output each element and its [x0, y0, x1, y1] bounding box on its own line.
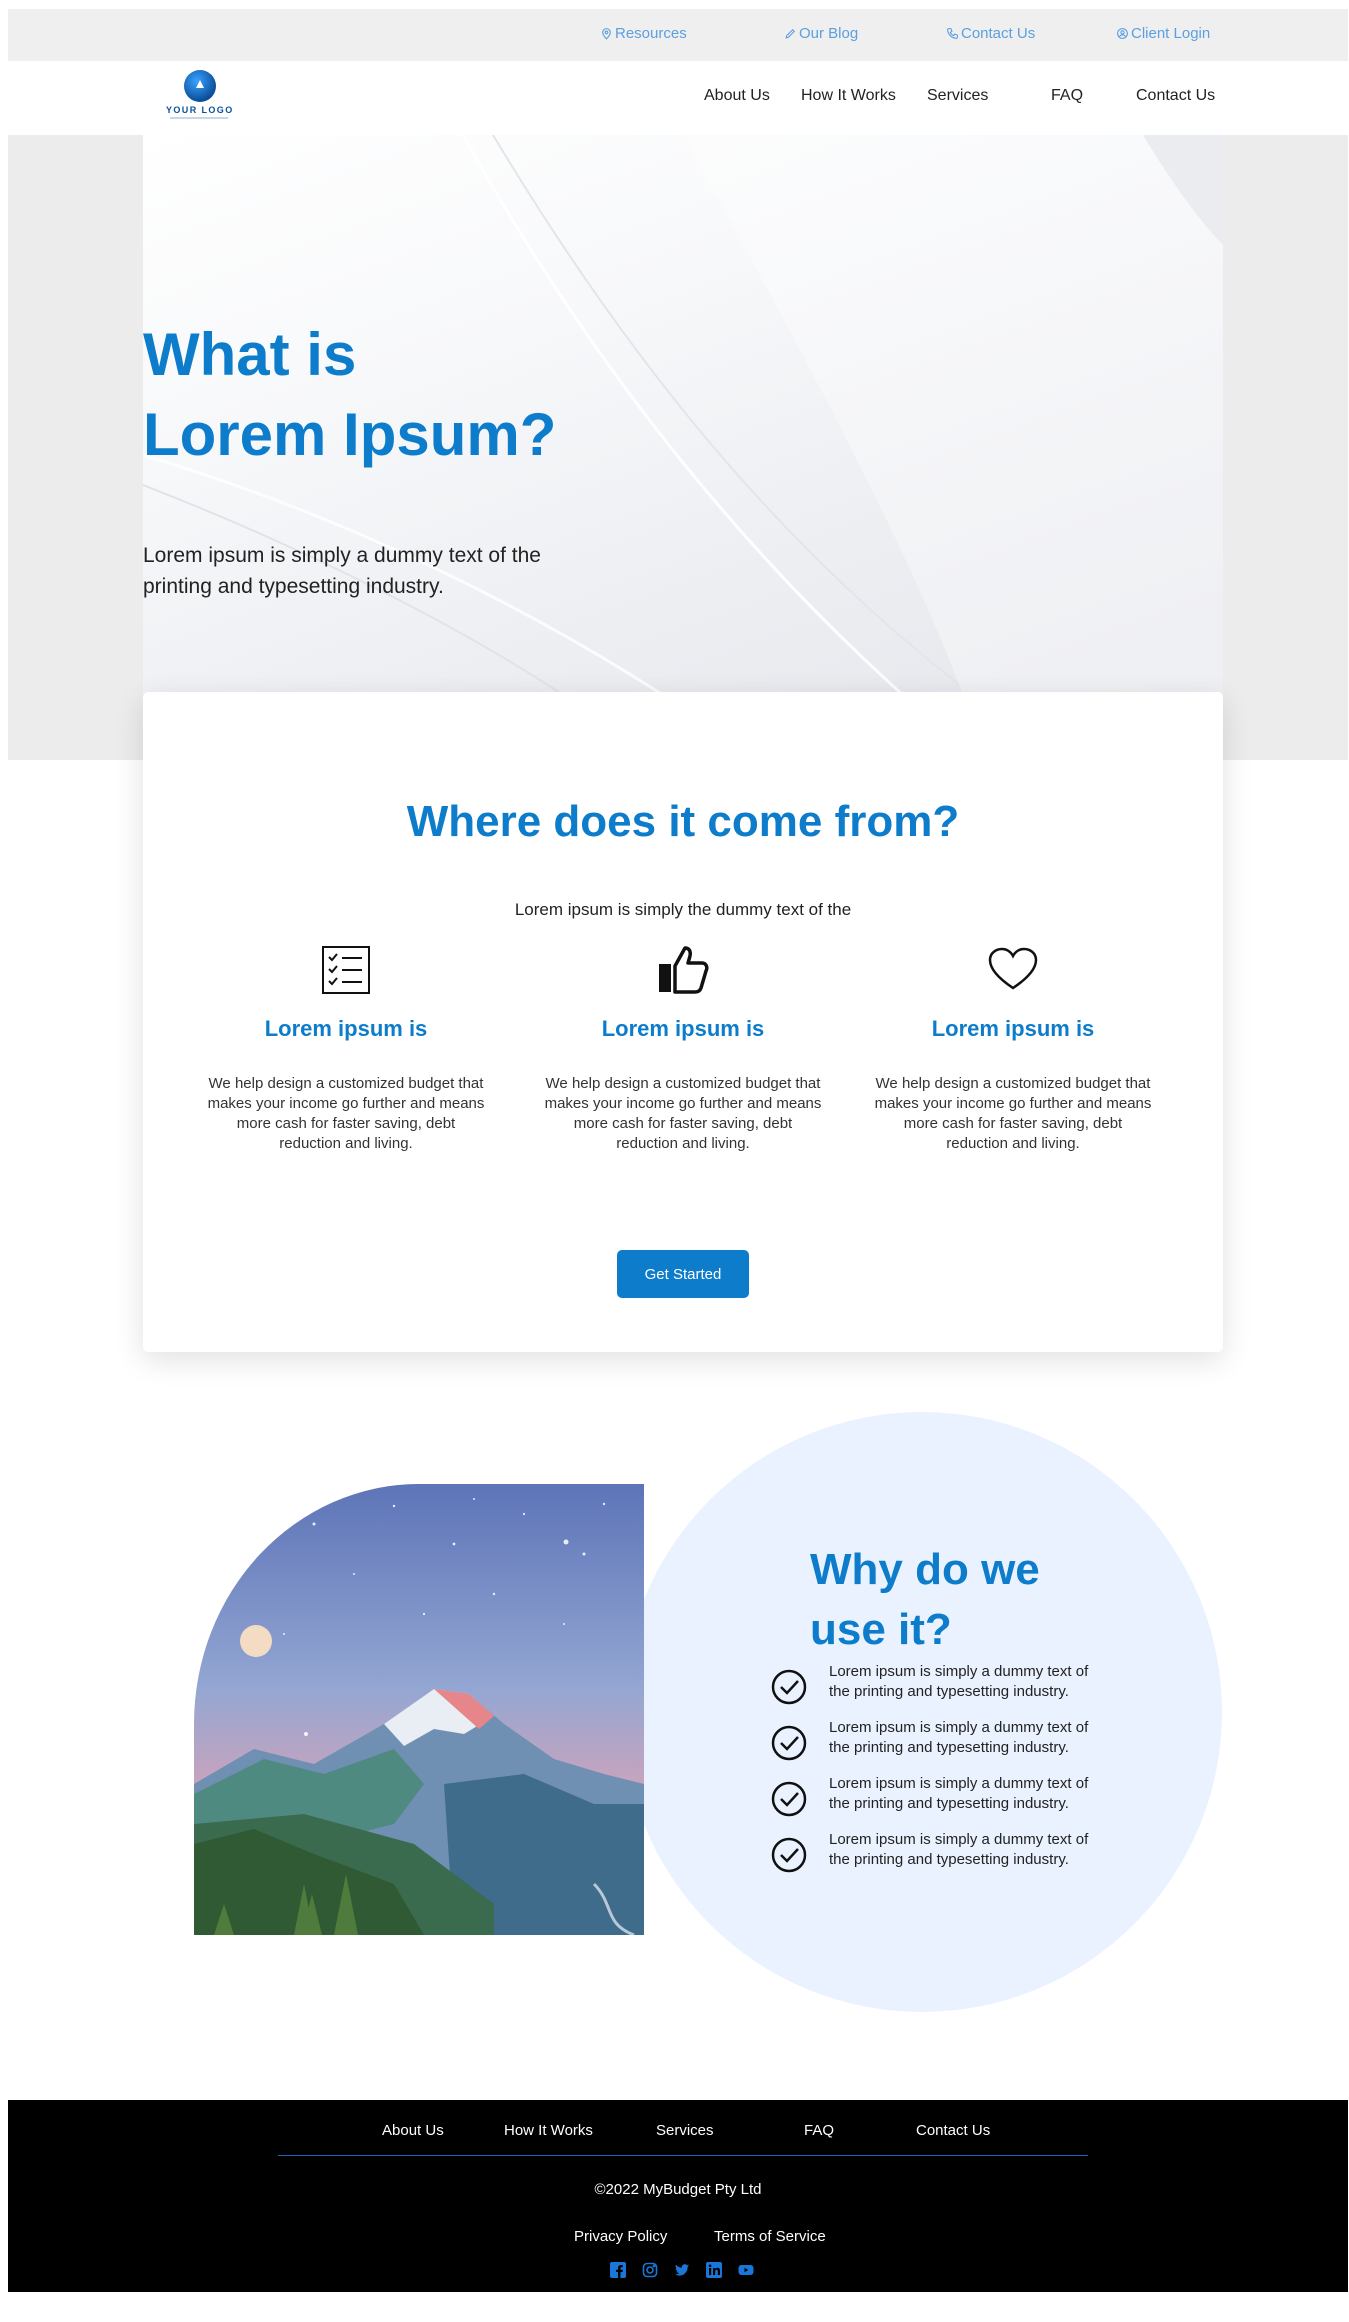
footer-how-it-works[interactable]: How It Works — [504, 2122, 593, 2139]
why-list-text: Lorem ipsum is simply a dummy text of th… — [829, 1663, 1089, 1700]
main-navbar: YOUR LOGO About Us How It Works Services… — [8, 61, 1348, 135]
instagram-icon[interactable] — [642, 2262, 658, 2278]
linkedin-icon[interactable] — [706, 2262, 722, 2278]
nav-faq[interactable]: FAQ — [1051, 87, 1083, 105]
checklist-icon — [322, 946, 370, 994]
location-pin-icon — [602, 28, 611, 40]
features-card: Where does it come from? Lorem ipsum is … — [143, 692, 1223, 1352]
our-blog-link[interactable]: Our Blog — [784, 25, 858, 42]
why-title-line1: Why do we — [810, 1545, 1040, 1594]
nav-how-it-works[interactable]: How It Works — [801, 87, 896, 105]
terms-of-service-link[interactable]: Terms of Service — [714, 2228, 826, 2245]
why-background-circle — [622, 1412, 1222, 2012]
resources-link[interactable]: Resources — [600, 25, 687, 42]
logo-tagline-bar — [170, 117, 228, 119]
footer-about-us[interactable]: About Us — [382, 2122, 444, 2139]
footer-copyright: ©2022 MyBudget Pty Ltd — [594, 2181, 762, 2198]
youtube-icon[interactable] — [738, 2262, 754, 2278]
feature-item: Lorem ipsum is We help design a customiz… — [196, 942, 496, 1154]
logo-text: YOUR LOGO — [166, 105, 234, 115]
feature-title: Lorem ipsum is — [931, 1016, 1095, 1041]
check-circle-icon — [771, 1837, 807, 1873]
client-login-label: Client Login — [1131, 25, 1211, 42]
why-list-item: Lorem ipsum is simply a dummy text of th… — [770, 1662, 1110, 1708]
footer-contact-us[interactable]: Contact Us — [916, 2122, 990, 2139]
feature-item: Lorem ipsum is We help design a customiz… — [863, 942, 1163, 1154]
pencil-icon — [785, 28, 796, 39]
features-title: Where does it come from? — [406, 797, 960, 846]
logo-mark-icon — [184, 70, 216, 102]
footer-divider — [278, 2155, 1088, 2156]
feature-text: We help design a customized budget that … — [874, 1075, 1152, 1152]
nav-services[interactable]: Services — [927, 87, 988, 105]
why-title: Why do we use it? — [810, 1540, 1040, 1660]
contact-us-top-label: Contact Us — [961, 25, 1036, 42]
contact-us-top-link[interactable]: Contact Us — [946, 25, 1035, 42]
hero-title-line2: Lorem Ipsum? — [143, 401, 557, 468]
check-circle-icon — [771, 1781, 807, 1817]
why-title-line2: use it? — [810, 1605, 952, 1654]
mountain-landscape-image — [194, 1484, 644, 1935]
logo[interactable]: YOUR LOGO — [158, 66, 238, 124]
nav-contact-us[interactable]: Contact Us — [1136, 87, 1215, 105]
check-circle-icon — [771, 1725, 807, 1761]
twitter-icon[interactable] — [674, 2262, 690, 2278]
resources-label: Resources — [615, 25, 687, 42]
client-login-link[interactable]: Client Login — [1116, 25, 1210, 42]
hero-title: What is Lorem Ipsum? — [143, 315, 556, 475]
why-list-text: Lorem ipsum is simply a dummy text of th… — [829, 1719, 1089, 1756]
why-list-item: Lorem ipsum is simply a dummy text of th… — [770, 1830, 1110, 1876]
why-list-text: Lorem ipsum is simply a dummy text of th… — [829, 1775, 1089, 1812]
features-subtitle: Lorem ipsum is simply the dummy text of … — [514, 900, 852, 919]
footer-faq[interactable]: FAQ — [804, 2122, 834, 2139]
utility-bar: Resources Our Blog Contact Us Client Log… — [8, 9, 1348, 61]
hero-title-line1: What is — [143, 321, 357, 388]
feature-text: We help design a customized budget that … — [207, 1075, 485, 1152]
check-circle-icon — [771, 1669, 807, 1705]
user-circle-icon — [1117, 28, 1128, 39]
feature-item: Lorem ipsum is We help design a customiz… — [533, 942, 833, 1154]
why-list-item: Lorem ipsum is simply a dummy text of th… — [770, 1718, 1110, 1764]
get-started-button[interactable]: Get Started — [617, 1250, 749, 1298]
privacy-policy-link[interactable]: Privacy Policy — [574, 2228, 667, 2245]
thumbs-up-icon — [659, 946, 709, 994]
feature-title: Lorem ipsum is — [264, 1016, 428, 1041]
nav-about-us[interactable]: About Us — [704, 87, 770, 105]
heart-icon — [988, 947, 1038, 990]
phone-icon — [947, 28, 958, 39]
social-links — [610, 2262, 754, 2278]
feature-title: Lorem ipsum is — [601, 1016, 765, 1041]
feature-text: We help design a customized budget that … — [544, 1075, 822, 1152]
why-list-item: Lorem ipsum is simply a dummy text of th… — [770, 1774, 1110, 1820]
hero-subtitle: Lorem ipsum is simply a dummy text of th… — [143, 544, 541, 598]
footer-services[interactable]: Services — [656, 2122, 714, 2139]
footer: About Us How It Works Services FAQ Conta… — [8, 2100, 1348, 2292]
our-blog-label: Our Blog — [799, 25, 859, 42]
facebook-icon[interactable] — [610, 2262, 626, 2278]
why-list-text: Lorem ipsum is simply a dummy text of th… — [829, 1831, 1089, 1868]
